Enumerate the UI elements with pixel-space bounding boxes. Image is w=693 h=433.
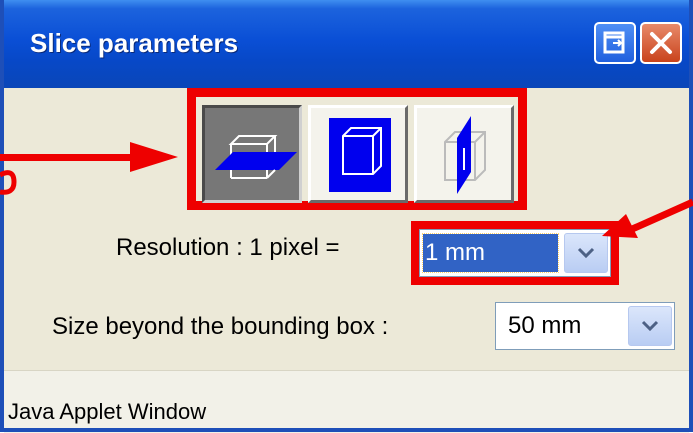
window-title: Slice parameters [30, 28, 239, 58]
view-selector-group [187, 88, 527, 210]
size-dropdown[interactable]: 50 mm [495, 302, 675, 350]
applet-warning-text: Java Applet Window [8, 399, 207, 424]
size-label: Size beyond the bounding box : [52, 313, 389, 340]
resolution-label: Resolution : 1 pixel = [116, 234, 340, 261]
applet-warning-bar: Java Applet Window [4, 370, 689, 433]
restore-button[interactable] [594, 22, 636, 64]
right-annotation-arrow [602, 198, 693, 238]
coronal-plane-icon [329, 118, 391, 192]
coronal-view-button[interactable] [308, 105, 408, 203]
size-value: 50 mm [508, 312, 582, 339]
close-icon [650, 32, 672, 54]
axial-plane-icon [215, 135, 297, 179]
sagittal-view-button[interactable] [414, 105, 514, 203]
resolution-dropdown[interactable]: 1 mm [419, 229, 611, 277]
axial-view-button[interactable] [202, 105, 302, 203]
title-bar[interactable]: Slice parameters [4, 0, 689, 88]
size-dropdown-button[interactable] [628, 306, 672, 346]
left-annotation-arrow [0, 142, 178, 195]
close-button[interactable] [640, 22, 682, 64]
restore-icon [603, 31, 625, 54]
resolution-value: 1 mm [422, 233, 559, 273]
sagittal-plane-icon [444, 116, 486, 194]
chevron-down-icon [641, 320, 659, 332]
window-bottom-border [0, 428, 693, 432]
